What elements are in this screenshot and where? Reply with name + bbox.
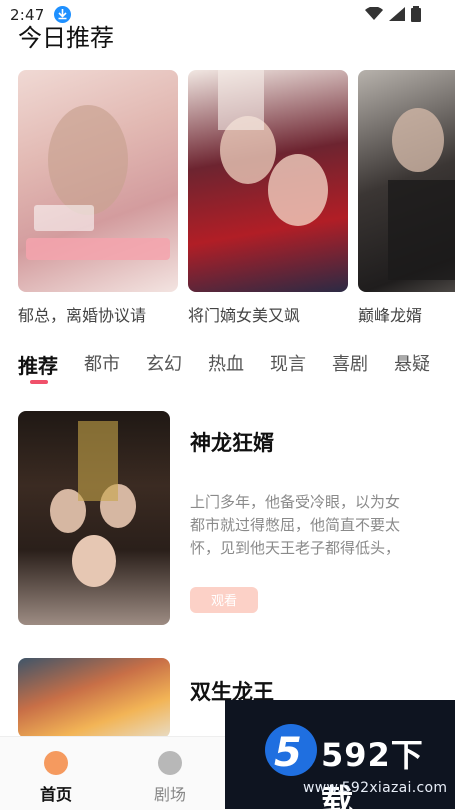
category-tabs: 推荐 都市 玄幻 热血 现言 喜剧 悬疑: [18, 350, 455, 390]
recommended-caption: 将门嫡女美又飒: [188, 306, 301, 325]
drama-list-item[interactable]: 神龙狂婿 上门多年，他备受冷眼，以为女 都市就过得憋屈，他简直不要太 怀，见到他…: [18, 411, 455, 631]
nav-theater[interactable]: 剧场: [140, 751, 200, 805]
watermark: 5 592下载 www.592xiazai.com: [225, 700, 455, 809]
signal-icon: [389, 7, 405, 21]
poster-image: [18, 658, 170, 738]
recommended-card[interactable]: 巅峰龙婿: [358, 70, 455, 326]
tab-active-indicator: [30, 380, 48, 384]
tab-recommend[interactable]: 推荐: [18, 350, 58, 390]
battery-icon: [411, 6, 421, 22]
nav-theater-label: 剧场: [153, 785, 186, 804]
watch-button[interactable]: 观看: [190, 587, 258, 613]
nav-home[interactable]: 首页: [26, 751, 86, 805]
wifi-icon: [365, 7, 383, 20]
recommended-caption: 巅峰龙婿: [358, 306, 423, 325]
nav-home-label: 首页: [39, 785, 72, 804]
tab-suspense[interactable]: 悬疑: [394, 350, 430, 390]
poster-image: [188, 70, 348, 292]
recommended-card[interactable]: 郁总，离婚协议请: [18, 70, 180, 326]
compass-icon: [44, 751, 68, 775]
tab-romance[interactable]: 现言: [270, 350, 306, 390]
tab-fantasy[interactable]: 玄幻: [146, 350, 182, 390]
recommended-card[interactable]: 将门嫡女美又飒: [188, 70, 350, 326]
recommended-carousel[interactable]: 郁总，离婚协议请 将门嫡女美又飒 巅峰龙婿: [18, 70, 455, 330]
tab-comedy[interactable]: 喜剧: [332, 350, 368, 390]
page-title: 今日推荐: [18, 24, 114, 52]
poster-image: [358, 70, 455, 292]
tab-urban[interactable]: 都市: [84, 350, 120, 390]
drama-title: 神龙狂婿: [190, 431, 274, 455]
watermark-brand: 592下载: [321, 736, 424, 809]
recommended-caption: 郁总，离婚协议请: [18, 306, 147, 325]
watermark-logo-number: 5: [274, 730, 302, 776]
watermark-url: www.592xiazai.com: [303, 780, 448, 796]
clock-icon: [158, 751, 182, 775]
status-icons: [365, 6, 421, 22]
drama-description: 上门多年，他备受冷眼，以为女 都市就过得憋屈，他简直不要太 怀，见到他天王老子都…: [190, 493, 401, 557]
tab-action[interactable]: 热血: [208, 350, 244, 390]
poster-image: [18, 411, 170, 625]
poster-image: [18, 70, 178, 292]
